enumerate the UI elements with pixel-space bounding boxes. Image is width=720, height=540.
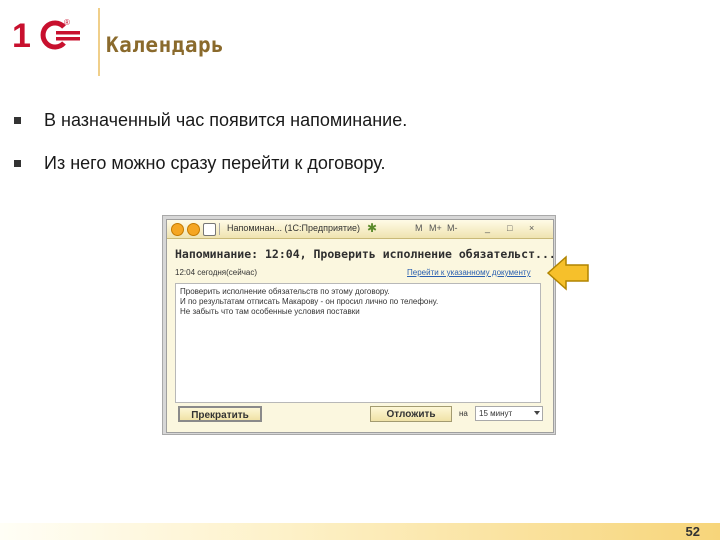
memory-button[interactable]: M (415, 223, 423, 233)
minimize-button[interactable]: _ (485, 223, 490, 233)
bullet-item: В назначенный час появится напоминание. (14, 110, 614, 134)
favorite-star-icon[interactable]: ✱ (367, 221, 377, 235)
memory-minus-button[interactable]: M- (447, 223, 458, 233)
bullet-text: В назначенный час появится напоминание. (44, 110, 408, 130)
reminder-time: 12:04 сегодня(сейчас) (175, 268, 257, 277)
reminder-heading: Напоминание: 12:04, Проверить исполнение… (175, 247, 554, 261)
1c-logo: 1 (12, 18, 80, 52)
reminder-text-area[interactable]: Проверить исполнение обязательств по это… (175, 283, 541, 403)
postpone-button[interactable]: Отложить (370, 406, 452, 422)
back-icon[interactable] (187, 223, 200, 236)
page-number: 52 (685, 524, 700, 539)
titlebar-separator (219, 223, 220, 235)
square-bullet-icon (14, 117, 21, 124)
maximize-button[interactable]: □ (507, 223, 512, 233)
window-icon[interactable] (203, 223, 216, 236)
stop-button[interactable]: Прекратить (178, 406, 262, 422)
header-divider (98, 8, 100, 76)
text-line: Не забыть что там особенные условия пост… (180, 307, 360, 316)
text-line: И по результатам отписать Макарову - он … (180, 297, 439, 306)
interval-select[interactable]: 15 минут (475, 406, 543, 421)
interval-label: на (459, 409, 468, 418)
bullet-text: Из него можно сразу перейти к договору. (44, 153, 386, 173)
memory-plus-button[interactable]: M+ (429, 223, 442, 233)
svg-text:1: 1 (12, 18, 31, 52)
text-line: Проверить исполнение обязательств по это… (180, 287, 390, 296)
app-menu-icon[interactable] (171, 223, 184, 236)
interval-value: 15 минут (479, 409, 513, 418)
window-titlebar: Напоминан... (1С:Предприятие) ✱ M M+ M- … (167, 220, 553, 239)
registered-mark: ® (64, 18, 70, 27)
arrow-left-icon (546, 255, 589, 291)
square-bullet-icon (14, 160, 21, 167)
reminder-window: Напоминан... (1С:Предприятие) ✱ M M+ M- … (166, 219, 554, 433)
chevron-down-icon (534, 411, 540, 415)
footer-band (0, 523, 720, 540)
bullet-item: Из него можно сразу перейти к договору. (14, 153, 614, 177)
reminder-window-frame: Напоминан... (1С:Предприятие) ✱ M M+ M- … (162, 215, 556, 435)
go-to-document-link[interactable]: Перейти к указанному документу (407, 268, 531, 277)
page-title: Календарь (106, 33, 225, 57)
close-button[interactable]: × (529, 223, 534, 233)
window-title: Напоминан... (1С:Предприятие) (227, 223, 361, 233)
